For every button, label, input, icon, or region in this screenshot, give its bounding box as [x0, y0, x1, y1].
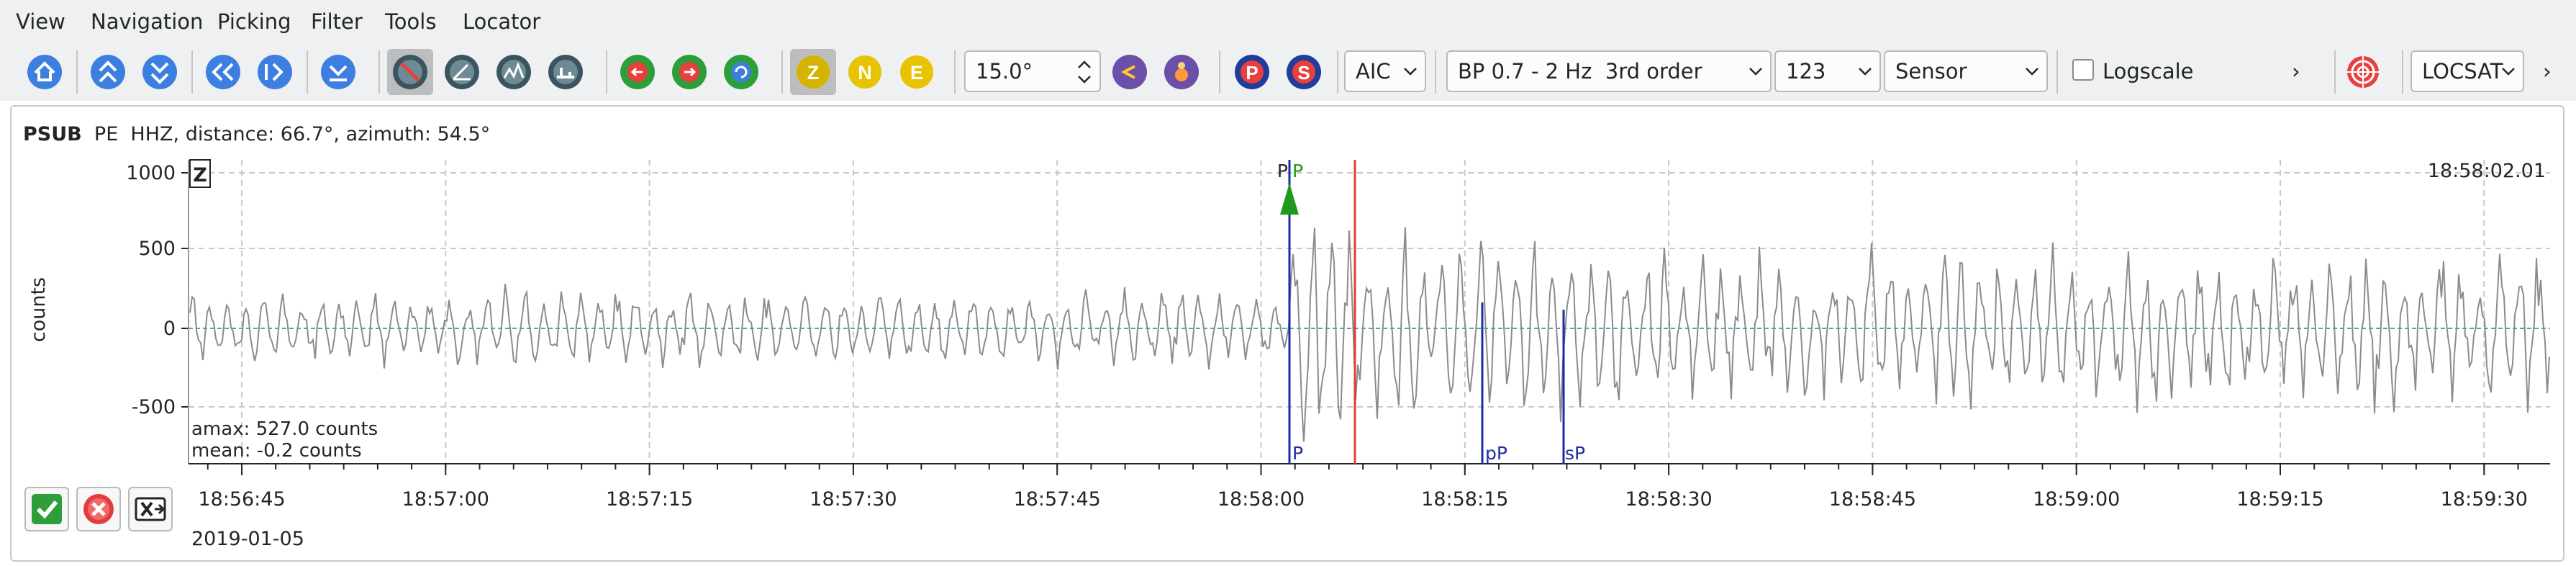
x-tick-label: 18:59:00	[2033, 488, 2120, 511]
y-tick-label: 0	[163, 318, 176, 340]
mean-label: mean: -0.2 counts	[191, 440, 362, 462]
pick-label-top-black: P	[1277, 161, 1288, 181]
close-icon	[135, 497, 166, 521]
y-tick-label: -500	[132, 396, 176, 418]
predicted-phase-label: sP	[1565, 443, 1585, 464]
close-button[interactable]	[128, 487, 173, 531]
reject-icon	[83, 494, 114, 524]
y-axis-label: counts	[27, 277, 50, 342]
x-tick-label: 18:58:45	[1829, 488, 1916, 511]
x-tick-label: 18:58:30	[1625, 488, 1712, 511]
pick-arrow[interactable]	[1280, 183, 1299, 215]
x-tick-label: 18:59:15	[2236, 488, 2323, 511]
x-tick-label: 18:57:00	[402, 488, 489, 511]
reject-button[interactable]	[76, 487, 121, 531]
time-label: 18:58:02.01	[2428, 160, 2546, 182]
predicted-phase-label: P	[1292, 443, 1303, 464]
seismogram-plot[interactable]: 1000 500 0 -500 18:56:45 18:57:00 18:57:15 18:5…	[0, 0, 2576, 566]
x-tick-label: 18:59:30	[2441, 488, 2528, 511]
component-label: Z	[193, 164, 207, 187]
amax-label: amax: 527.0 counts	[191, 418, 378, 440]
waveform-trace	[189, 227, 2550, 442]
predicted-phase-label: pP	[1485, 443, 1507, 464]
x-tick-label: 18:56:45	[198, 488, 285, 511]
x-tick-label: 18:57:15	[606, 488, 693, 511]
x-tick-label: 18:57:45	[1014, 488, 1101, 511]
y-tick-label: 500	[138, 238, 176, 260]
pick-label-top-green: P	[1292, 161, 1303, 181]
x-tick-label: 18:58:00	[1217, 488, 1305, 511]
x-tick-label: 18:57:30	[809, 488, 897, 511]
accept-button[interactable]	[24, 487, 69, 531]
accept-icon	[32, 494, 62, 524]
x-tick-label: 18:58:15	[1421, 488, 1508, 511]
date-label: 2019-01-05	[191, 528, 304, 550]
y-tick-label: 1000	[126, 162, 176, 184]
